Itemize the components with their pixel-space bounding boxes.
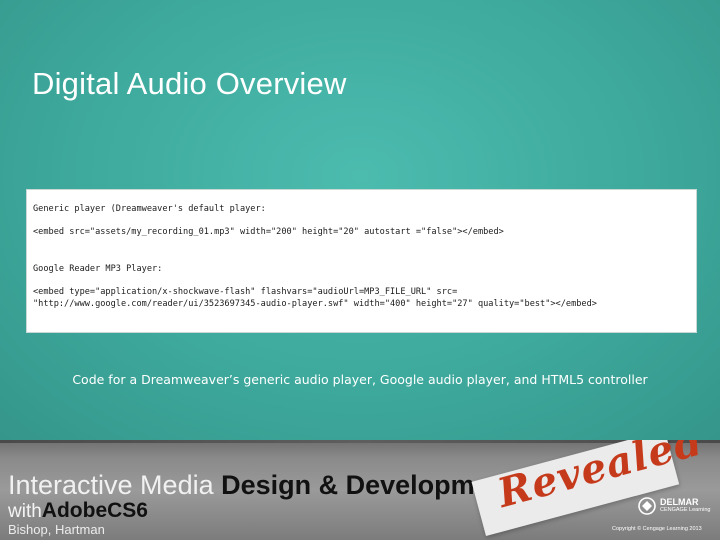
code-line: <embed type="application/x-shockwave-fla… — [33, 287, 458, 297]
with-text: with — [8, 501, 42, 522]
footer-banner: Interactive Media Design & Development w… — [0, 440, 720, 540]
code-screenshot: Generic player (Dreamweaver's default pl… — [26, 189, 697, 333]
slide-title: Digital Audio Overview — [32, 66, 347, 101]
code-line: Google Reader MP3 Player: — [33, 264, 163, 274]
slide-caption: Code for a Dreamweaver’s generic audio p… — [72, 372, 648, 387]
publisher-subtitle: CENGAGE Learning — [660, 507, 711, 513]
adobe-cs6-text: AdobeCS6 — [41, 499, 148, 522]
series-title-part1: Interactive Media — [8, 470, 222, 500]
code-line: <embed src="assets/my_recording_01.mp3" … — [33, 227, 504, 237]
delmar-logo-icon — [638, 497, 656, 515]
code-line: "http://www.google.com/reader/ui/3523697… — [33, 299, 597, 309]
publisher-name: DELMAR — [660, 497, 699, 507]
code-line: Generic player (Dreamweaver's default pl… — [33, 204, 266, 214]
authors: Bishop, Hartman — [8, 522, 105, 537]
series-title: Interactive Media Design & Development — [8, 470, 515, 500]
copyright-notice: Copyright © Cengage Learning 2013 — [612, 526, 702, 532]
series-subtitle: withAdobeCS6 — [8, 499, 148, 523]
series-title-part2: Design & Development — [221, 470, 516, 500]
